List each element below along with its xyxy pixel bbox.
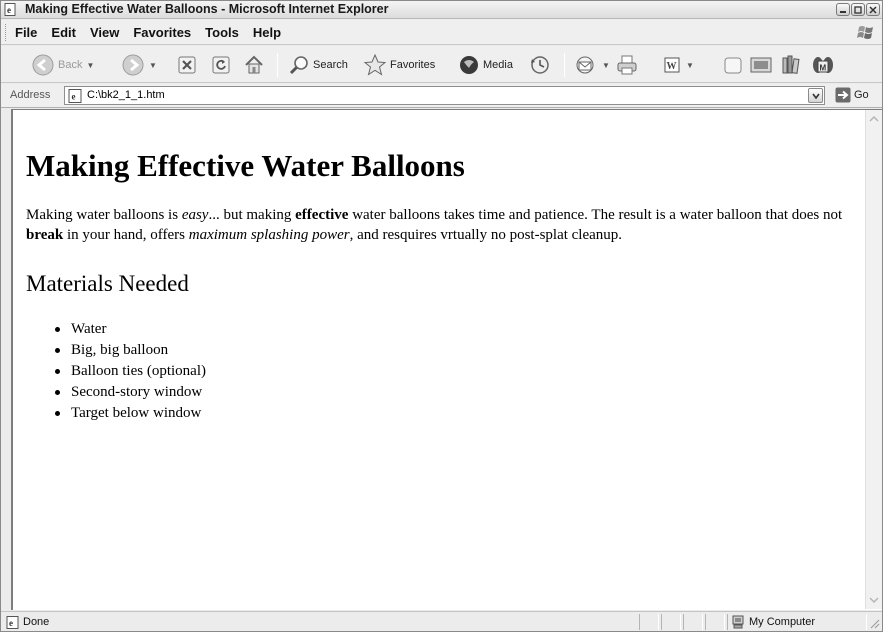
printer-icon: [617, 55, 637, 75]
strong-break: break: [26, 227, 64, 243]
page-viewport: Making Effective Water Balloons Making w…: [11, 109, 882, 610]
back-arrow-icon: [32, 54, 54, 76]
go-button[interactable]: Go: [835, 87, 869, 103]
mail-button[interactable]: ▼: [574, 52, 610, 78]
forward-arrow-icon: [122, 54, 144, 76]
status-pane: [683, 614, 703, 630]
standard-toolbar: Back ▼ ▼ Search Favorites Media ▼ W ▼ M: [1, 46, 882, 83]
scroll-down-icon[interactable]: [868, 594, 880, 606]
menu-view[interactable]: View: [90, 25, 119, 40]
toolbar-separator: [564, 53, 565, 77]
menu-tools[interactable]: Tools: [205, 25, 239, 40]
address-bar: Address e C:\bk2_1_1.htm Go: [1, 84, 882, 108]
windows-logo-icon: [857, 26, 873, 39]
home-icon: [245, 55, 263, 74]
back-button[interactable]: Back ▼: [31, 52, 94, 78]
security-zone: My Computer: [731, 615, 815, 629]
media-icon: [460, 56, 478, 74]
history-icon: [531, 56, 549, 74]
strong-effective: effective: [295, 207, 349, 223]
refresh-button[interactable]: [211, 52, 231, 78]
list-item: Target below window: [26, 403, 206, 424]
forward-button[interactable]: ▼: [121, 52, 157, 78]
scroll-up-icon[interactable]: [868, 113, 880, 125]
favorites-star-icon: [363, 53, 387, 76]
chevron-down-icon: [812, 93, 820, 99]
search-icon: [289, 56, 308, 75]
address-dropdown-button[interactable]: [808, 88, 823, 103]
menu-file[interactable]: File: [15, 25, 37, 40]
search-button[interactable]: Search: [288, 52, 348, 78]
close-button[interactable]: [866, 3, 880, 16]
emphasis-splashing: maximum splashing power: [188, 227, 350, 243]
emphasis-easy: easy: [181, 207, 209, 223]
status-pane: [639, 614, 659, 630]
title-bar: e Making Effective Water Balloons - Micr…: [1, 1, 882, 19]
toolbar-separator: [277, 53, 278, 77]
svg-text:e: e: [72, 92, 76, 102]
msn-button[interactable]: M: [811, 52, 835, 78]
minimize-button[interactable]: [836, 3, 850, 16]
discuss-icon: [724, 57, 742, 74]
list-item: Water: [26, 319, 206, 340]
print-button[interactable]: [615, 52, 639, 78]
computer-icon: [732, 615, 744, 629]
list-item: Balloon ties (optional): [26, 361, 206, 382]
list-item: Big, big balloon: [26, 340, 206, 361]
address-label: Address: [10, 89, 51, 101]
svg-text:e: e: [7, 5, 11, 15]
forward-dropdown-icon: ▼: [149, 60, 157, 70]
page-icon: e: [68, 89, 82, 103]
resize-grip-icon[interactable]: [868, 617, 880, 629]
window-title: Making Effective Water Balloons - Micros…: [25, 2, 389, 16]
menu-favorites[interactable]: Favorites: [133, 25, 191, 40]
msn-butterfly-icon: M: [813, 57, 833, 73]
mail-icon: [576, 56, 594, 74]
go-arrow-icon: [835, 87, 851, 103]
stop-button[interactable]: [177, 52, 197, 78]
word-edit-icon: W: [664, 57, 680, 73]
home-button[interactable]: [243, 52, 265, 78]
vertical-scrollbar[interactable]: [865, 110, 882, 609]
svg-text:W: W: [667, 61, 677, 72]
materials-list: Water Big, big balloon Balloon ties (opt…: [26, 319, 206, 424]
media-button[interactable]: Media: [458, 52, 513, 78]
menu-help[interactable]: Help: [253, 25, 281, 40]
materials-heading: Materials Needed: [26, 271, 189, 296]
maximize-button[interactable]: [851, 3, 865, 16]
research-button[interactable]: [780, 52, 802, 78]
address-url: C:\bk2_1_1.htm: [87, 89, 165, 101]
browser-window: e Making Effective Water Balloons - Micr…: [0, 0, 883, 632]
screen-icon: [750, 57, 772, 73]
status-text: Done: [23, 616, 50, 628]
stop-icon: [178, 56, 196, 74]
ie-page-icon: e: [4, 3, 16, 16]
menu-bar: File Edit View Favorites Tools Help: [1, 20, 882, 45]
page-done-icon: e: [6, 616, 19, 629]
history-button[interactable]: [529, 52, 551, 78]
messenger-button[interactable]: [749, 52, 773, 78]
intro-paragraph: Making water balloons is easy... but mak…: [26, 207, 843, 243]
svg-text:e: e: [9, 618, 13, 628]
mail-dropdown-icon: ▼: [602, 60, 610, 70]
refresh-icon: [212, 56, 230, 74]
discuss-button[interactable]: [722, 52, 744, 78]
books-icon: [782, 55, 800, 74]
edit-dropdown-icon: ▼: [686, 60, 694, 70]
svg-text:M: M: [820, 64, 827, 73]
status-pane: [705, 614, 725, 630]
status-bar: e Done My Computer: [1, 611, 882, 631]
edit-button[interactable]: W ▼: [662, 52, 694, 78]
favorites-button[interactable]: Favorites: [363, 52, 435, 78]
list-item: Second-story window: [26, 382, 206, 403]
menu-edit[interactable]: Edit: [51, 25, 76, 40]
address-input[interactable]: e C:\bk2_1_1.htm: [64, 86, 825, 105]
status-pane: [661, 614, 681, 630]
menu-grip: [5, 24, 8, 41]
back-dropdown-icon: ▼: [86, 60, 95, 70]
page-heading: Making Effective Water Balloons: [26, 148, 465, 183]
